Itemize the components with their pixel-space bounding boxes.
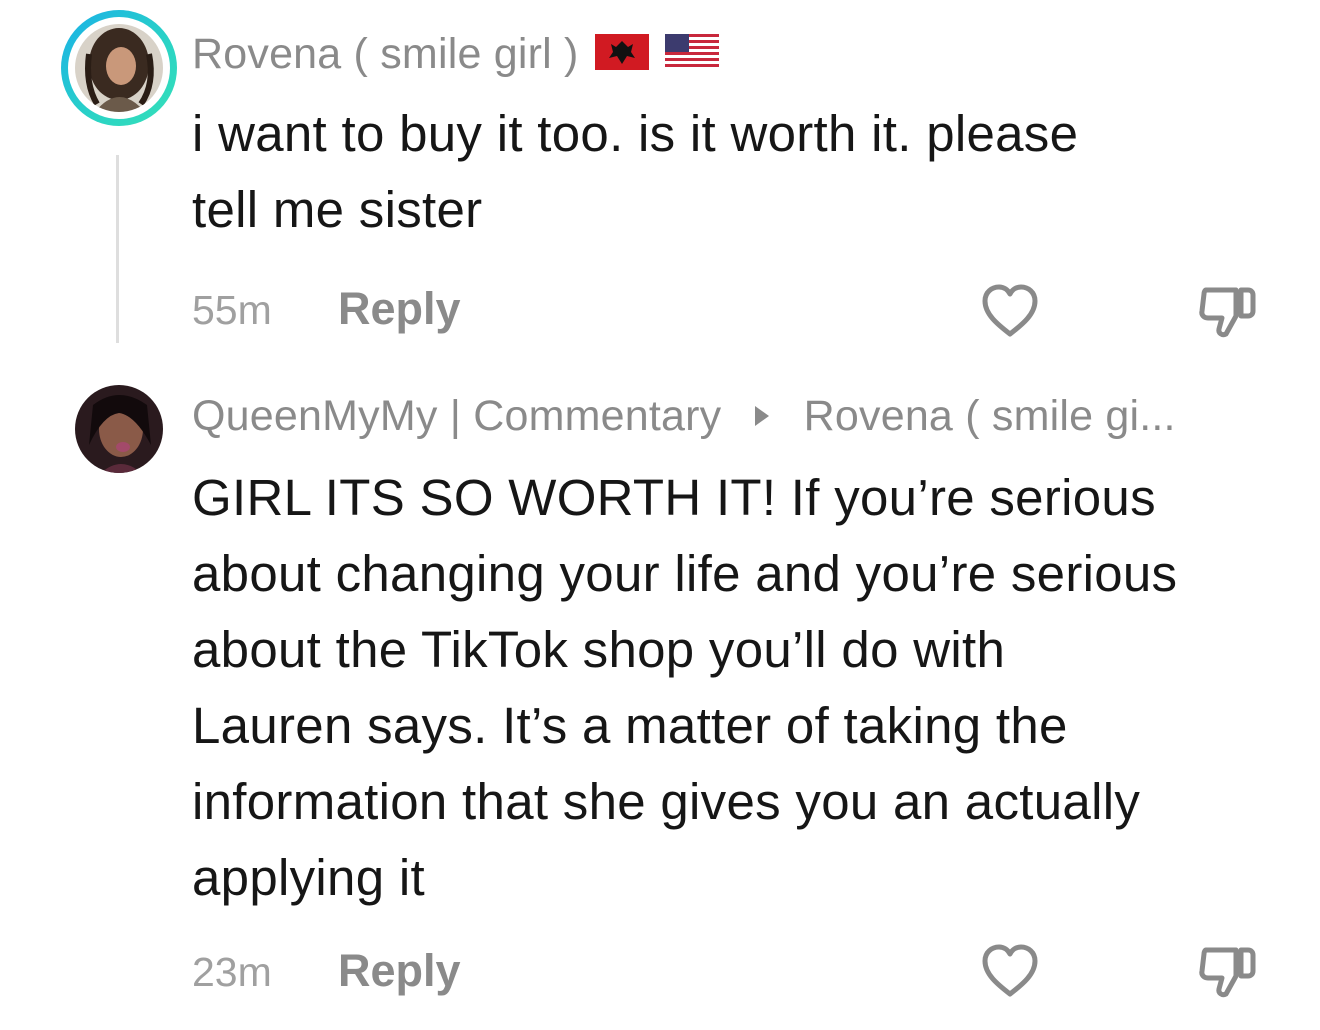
reply-button[interactable]: Reply bbox=[338, 283, 461, 335]
comment-1: Rovena ( smile girl ) i want to buy it t… bbox=[0, 0, 1320, 350]
reply-to-username[interactable]: Rovena ( smile gi... bbox=[804, 392, 1176, 440]
like-heart-icon[interactable] bbox=[979, 282, 1041, 345]
thread-line bbox=[116, 155, 119, 343]
comment-text: i want to buy it too. is it worth it. pl… bbox=[192, 105, 1079, 238]
reply-to-arrow-icon bbox=[755, 405, 770, 426]
comment-text: GIRL ITS SO WORTH IT! If you’re serious … bbox=[192, 469, 1178, 906]
avatar-story-ring[interactable] bbox=[61, 10, 177, 126]
avatar bbox=[75, 24, 163, 112]
comment-time: 55m bbox=[192, 287, 272, 333]
comment-2: QueenMyMy | Commentary Rovena ( smile gi… bbox=[0, 370, 1320, 1030]
dislike-thumb-icon[interactable] bbox=[1196, 942, 1258, 1007]
dislike-thumb-icon[interactable] bbox=[1196, 282, 1258, 347]
comment-username[interactable]: Rovena ( smile girl ) bbox=[192, 30, 719, 81]
usa-flag-icon bbox=[664, 32, 719, 81]
avatar[interactable] bbox=[75, 385, 163, 473]
albania-flag-icon bbox=[594, 32, 649, 81]
like-heart-icon[interactable] bbox=[979, 942, 1041, 1005]
reply-button[interactable]: Reply bbox=[338, 945, 461, 997]
comment-username[interactable]: QueenMyMy | Commentary Rovena ( smile gi… bbox=[192, 392, 1176, 441]
comment-time: 23m bbox=[192, 949, 272, 995]
